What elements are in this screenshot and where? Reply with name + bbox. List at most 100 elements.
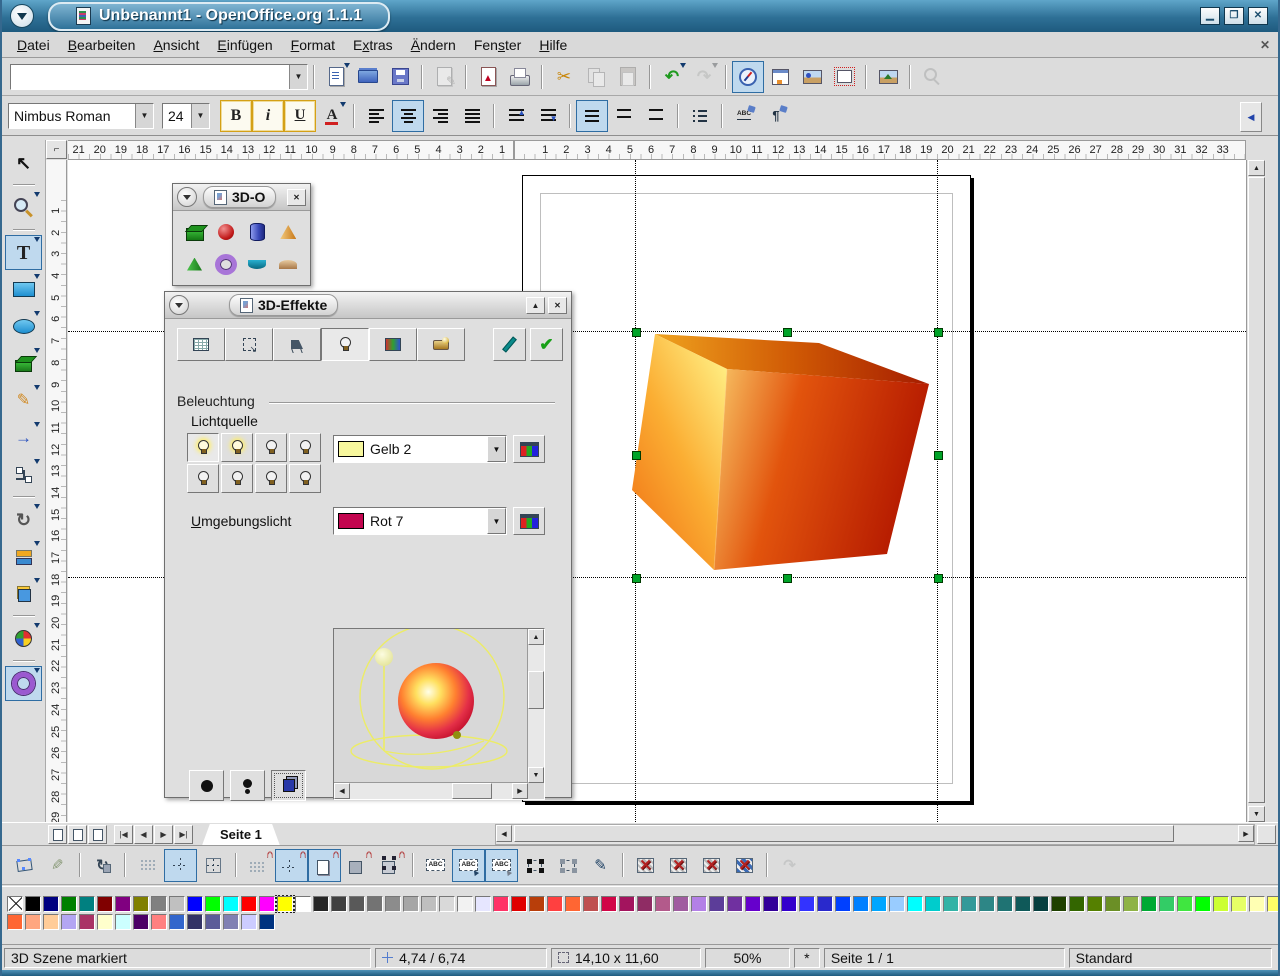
rectangle-tool[interactable] (5, 272, 42, 307)
sphere3d-button[interactable] (210, 216, 241, 248)
navigator-button[interactable] (732, 61, 764, 93)
cube-3d-object[interactable] (632, 328, 940, 580)
assign-apply-button[interactable] (530, 328, 563, 361)
menu-fenster[interactable]: Fenster (465, 33, 530, 57)
color-swatch[interactable] (1159, 896, 1175, 912)
menu-extras[interactable]: Extras (344, 33, 402, 57)
scroll-up-icon[interactable]: ▲ (528, 629, 544, 645)
color-swatch[interactable] (835, 896, 851, 912)
status-size[interactable]: 14,10 x 11,60 (551, 948, 701, 968)
color-swatch[interactable] (1231, 896, 1247, 912)
color-swatch[interactable] (997, 896, 1013, 912)
color-swatch[interactable] (7, 914, 23, 930)
align-justify-button[interactable] (456, 100, 488, 132)
palette-title-bar[interactable]: 3D-O ✕ (173, 184, 310, 211)
color-swatch[interactable] (889, 896, 905, 912)
color-swatch[interactable] (187, 896, 203, 912)
color-swatch[interactable] (1141, 896, 1157, 912)
bold-button[interactable]: B (220, 100, 252, 132)
text-tool[interactable] (5, 235, 42, 270)
show-grid-button[interactable] (131, 849, 164, 882)
scrollbar-thumb[interactable] (514, 825, 1174, 842)
chevron-down-icon[interactable]: ▼ (289, 65, 307, 89)
scroll-right-icon[interactable]: ▶ (512, 783, 528, 799)
menu-einfgen[interactable]: Einfügen (208, 33, 281, 57)
close-document-icon[interactable]: ✕ (1260, 38, 1270, 52)
snap-to-border-button[interactable]: ∩ (341, 849, 374, 882)
ambient-color-dropdown[interactable]: Rot 7 ▼ (333, 507, 507, 535)
align-center-button[interactable] (392, 100, 424, 132)
snap-to-helplines-button[interactable]: ∩ (275, 849, 308, 882)
light-source-1-button[interactable] (187, 433, 219, 462)
color-swatch[interactable] (1033, 896, 1049, 912)
color-swatch[interactable] (943, 896, 959, 912)
bullets-button[interactable] (684, 100, 716, 132)
selection-handle[interactable] (632, 451, 641, 460)
first-page-button[interactable]: |◀ (114, 825, 133, 844)
ellipse-tool[interactable] (5, 309, 42, 344)
line-spacing-15-button[interactable] (608, 100, 640, 132)
color-swatch[interactable] (691, 896, 707, 912)
print-button[interactable] (504, 61, 536, 93)
chevron-down-icon[interactable]: ▼ (135, 104, 153, 128)
color-swatch[interactable] (1087, 896, 1103, 912)
scroll-right-icon[interactable]: ▶ (1238, 825, 1254, 842)
vertical-ruler[interactable]: 1234567891011121314151617181920212223242… (46, 160, 67, 822)
lines-arrows-tool[interactable] (5, 420, 42, 455)
align-right-button[interactable] (424, 100, 456, 132)
color-swatch[interactable] (79, 914, 95, 930)
color-swatch[interactable] (385, 896, 401, 912)
chevron-down-icon[interactable]: ▼ (487, 436, 506, 462)
color-swatch[interactable] (655, 896, 671, 912)
ruler-origin-button[interactable]: ⌐ (46, 140, 67, 159)
preview-lamp-button[interactable] (230, 770, 265, 801)
window-menu-button[interactable] (10, 4, 34, 28)
status-position[interactable]: 4,74 / 6,74 (375, 948, 547, 968)
color-swatch[interactable] (745, 896, 761, 912)
preview-horizontal-scrollbar[interactable]: ◀ ▶ (334, 782, 528, 799)
create-with-attributes-button[interactable] (584, 849, 617, 882)
helplines-while-moving-button[interactable] (197, 849, 230, 882)
dialog-menu-button[interactable] (169, 295, 189, 315)
color-swatch[interactable] (961, 896, 977, 912)
color-swatch[interactable] (511, 896, 527, 912)
color-swatch[interactable] (97, 896, 113, 912)
status-selection[interactable]: 3D Szene markiert (4, 948, 371, 968)
connector-tool[interactable] (5, 457, 42, 492)
color-swatch[interactable] (421, 896, 437, 912)
insert-graphic-button[interactable] (872, 61, 904, 93)
snap-to-margins-button[interactable]: ∩ (308, 849, 341, 882)
color-swatch[interactable] (115, 896, 131, 912)
color-swatch[interactable] (25, 896, 41, 912)
color-swatch[interactable] (853, 896, 869, 912)
zoom-tool[interactable] (5, 190, 42, 225)
color-swatch[interactable] (43, 896, 59, 912)
color-swatch[interactable] (115, 914, 131, 930)
rotate-tool[interactable] (5, 502, 42, 537)
light-color-dropdown[interactable]: Gelb 2 ▼ (333, 435, 507, 463)
tab-seite-1[interactable]: Seite 1 (202, 824, 280, 846)
save-button[interactable] (384, 61, 416, 93)
color-swatch[interactable] (493, 896, 509, 912)
shell3d-button[interactable] (242, 248, 273, 280)
selection-handle[interactable] (632, 574, 641, 583)
color-swatch[interactable] (925, 896, 941, 912)
maximize-button[interactable]: ❐ (1224, 7, 1244, 25)
color-swatch[interactable] (313, 896, 329, 912)
pyramid3d-button[interactable] (179, 248, 210, 280)
color-swatch[interactable] (601, 896, 617, 912)
arrange-tool[interactable] (5, 576, 42, 611)
cone3d-button[interactable] (273, 216, 304, 248)
color-swatch[interactable] (781, 896, 797, 912)
zoom-page-button[interactable] (828, 61, 860, 93)
color-swatch[interactable] (1267, 896, 1278, 912)
color-swatch[interactable] (97, 914, 113, 930)
undo-button[interactable] (656, 61, 688, 93)
color-swatch[interactable] (619, 896, 635, 912)
minimize-button[interactable]: ▁ (1200, 7, 1220, 25)
scroll-left-icon[interactable]: ◀ (496, 825, 512, 842)
palette-close-icon[interactable]: ✕ (287, 189, 306, 206)
color-swatch[interactable] (979, 896, 995, 912)
color-swatch[interactable] (1015, 896, 1031, 912)
horizontal-ruler[interactable]: 2120191817161514131211109876543211234567… (68, 140, 1246, 160)
